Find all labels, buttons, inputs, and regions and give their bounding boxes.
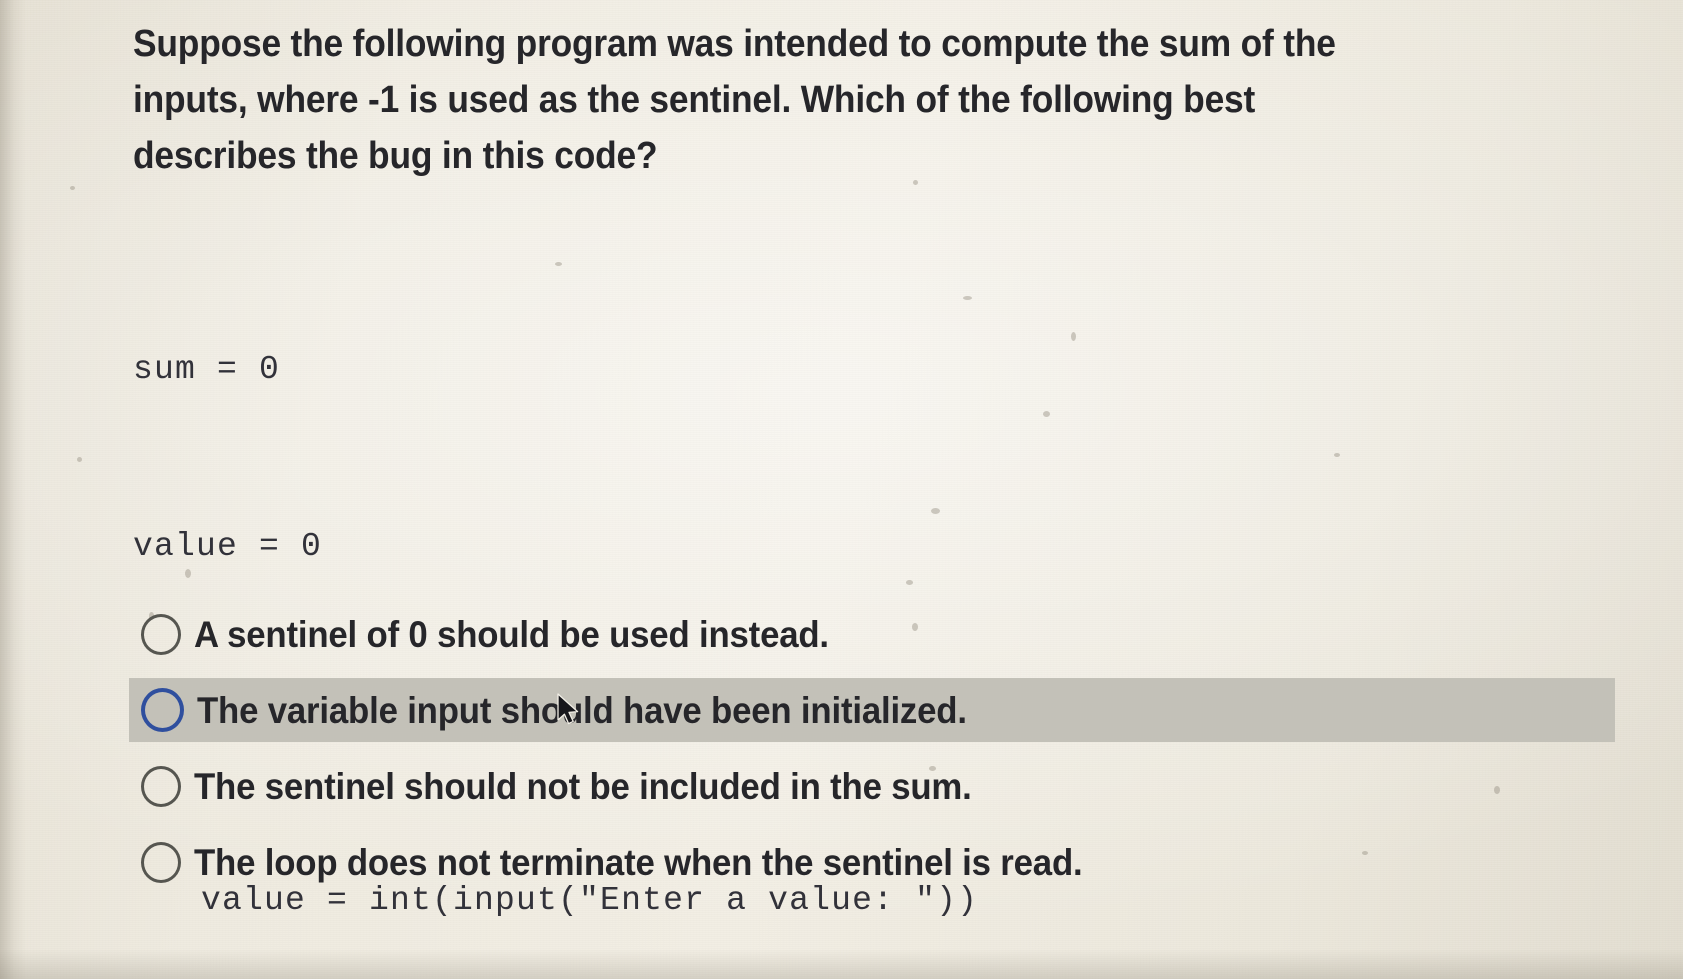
answer-option-b[interactable]: The variable input should have been init… [135, 684, 1607, 736]
answer-option-label: The variable input should have been init… [197, 689, 967, 731]
radio-button-icon[interactable] [141, 613, 181, 655]
code-line: sum = 0 [133, 351, 281, 388]
answer-option-a[interactable]: A sentinel of 0 should be used instead. [139, 608, 1639, 660]
dust-speck [77, 457, 82, 462]
radio-button-icon[interactable] [141, 765, 181, 807]
left-edge-shadow [0, 0, 26, 979]
question-page: Suppose the following program was intend… [0, 0, 1683, 979]
code-line: value = 0 [133, 528, 323, 565]
answer-option-d[interactable]: The loop does not terminate when the sen… [139, 836, 1639, 888]
radio-button-icon[interactable] [141, 688, 184, 732]
dust-speck [70, 186, 75, 190]
answer-option-c[interactable]: The sentinel should not be included in t… [139, 760, 1639, 812]
answer-option-label: The sentinel should not be included in t… [194, 765, 972, 807]
dust-speck [1334, 453, 1340, 457]
answer-option-label: The loop does not terminate when the sen… [194, 841, 1083, 883]
question-prompt: Suppose the following program was intend… [133, 23, 1336, 178]
answer-options-list: A sentinel of 0 should be used instead. … [135, 608, 1639, 912]
radio-button-icon[interactable] [141, 841, 181, 883]
answer-option-label: A sentinel of 0 should be used instead. [194, 613, 829, 655]
